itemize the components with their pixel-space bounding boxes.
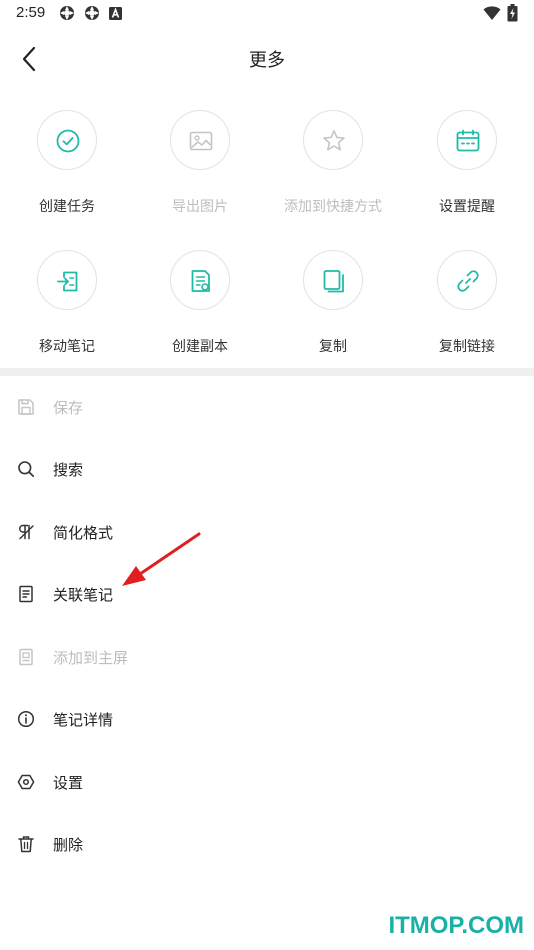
action-icon-circle: [170, 250, 230, 310]
settings-icon: [17, 774, 35, 790]
trash-icon: [18, 836, 34, 853]
menu-item-linked-notes[interactable]: 关联笔记: [0, 565, 534, 623]
font-notification-icon: [109, 7, 122, 20]
menu-item-delete[interactable]: 删除: [0, 815, 534, 873]
action-label: 复制链接: [439, 339, 495, 355]
duplicate-note-icon: [191, 270, 210, 292]
link-icon: [457, 270, 479, 292]
action-label: 添加到快捷方式: [284, 199, 382, 215]
linked-note-icon: [19, 585, 33, 603]
action-icon-circle: [303, 110, 363, 170]
info-icon: [17, 710, 35, 728]
menu-item-note-details[interactable]: 笔记详情: [0, 690, 534, 748]
page-title: 更多: [249, 50, 285, 71]
set-reminder-action[interactable]: 设置提醒: [400, 110, 534, 240]
menu-item-label: 添加到主屏: [53, 649, 129, 667]
menu-item-label: 简化格式: [53, 524, 114, 542]
menu-item-add-to-home[interactable]: 添加到主屏: [0, 628, 534, 686]
export-image-action[interactable]: 导出图片: [133, 110, 267, 240]
menu-item-label: 设置: [53, 774, 84, 792]
clear-format-icon: [19, 524, 34, 540]
menu-item-save[interactable]: 保存: [0, 378, 534, 436]
action-label: 设置提醒: [439, 199, 495, 215]
copy-icon: [323, 270, 344, 293]
add-shortcut-action[interactable]: 添加到快捷方式: [266, 110, 400, 240]
app-notification-icon: [85, 6, 99, 20]
menu-item-label: 搜索: [53, 461, 84, 479]
action-icon-circle: [303, 250, 363, 310]
action-icon-circle: [170, 110, 230, 170]
move-note-icon: [57, 271, 78, 292]
check-circle-icon: [56, 129, 80, 153]
action-icon-circle: [37, 110, 97, 170]
copy-link-action[interactable]: 复制链接: [400, 250, 534, 380]
battery-charging-icon: [507, 4, 518, 22]
app-notification-icon: [60, 6, 74, 20]
star-icon: [323, 130, 345, 151]
create-task-action[interactable]: 创建任务: [0, 110, 134, 240]
menu-item-label: 删除: [53, 836, 84, 854]
search-icon: [18, 461, 35, 478]
menu-item-label: 保存: [53, 399, 84, 417]
home-screen-icon: [19, 648, 33, 666]
annotation-arrow-icon: [122, 532, 201, 586]
site-watermark: ITMOP.COM: [388, 912, 524, 939]
action-icon-circle: [37, 250, 97, 310]
save-icon: [18, 399, 34, 415]
action-label: 移动笔记: [39, 339, 95, 355]
calendar-icon: [456, 129, 480, 152]
menu-item-label: 笔记详情: [53, 711, 114, 729]
action-label: 复制: [319, 339, 347, 355]
app-header: 更多: [0, 30, 534, 86]
copy-action[interactable]: 复制: [266, 250, 400, 380]
menu-item-search[interactable]: 搜索: [0, 440, 534, 498]
action-icon-circle: [437, 110, 497, 170]
wifi-icon: [483, 6, 501, 20]
action-label: 创建任务: [39, 199, 95, 215]
move-note-action[interactable]: 移动笔记: [0, 250, 134, 380]
create-copy-action[interactable]: 创建副本: [133, 250, 267, 380]
menu-item-simplify-format[interactable]: 简化格式: [0, 503, 534, 561]
action-icon-circle: [437, 250, 497, 310]
image-icon: [189, 131, 213, 151]
menu-item-label: 关联笔记: [53, 586, 114, 604]
menu-item-settings[interactable]: 设置: [0, 753, 534, 811]
more-options-screen: 2:59 更多 创建任务 导出图片 添加到快捷方式 设置提醒 移动笔记 创建副本…: [0, 0, 534, 950]
action-label: 创建副本: [172, 339, 228, 355]
section-divider: [0, 368, 534, 376]
status-time: 2:59: [16, 4, 46, 21]
status-bar: 2:59: [0, 0, 534, 28]
action-label: 导出图片: [172, 199, 228, 215]
